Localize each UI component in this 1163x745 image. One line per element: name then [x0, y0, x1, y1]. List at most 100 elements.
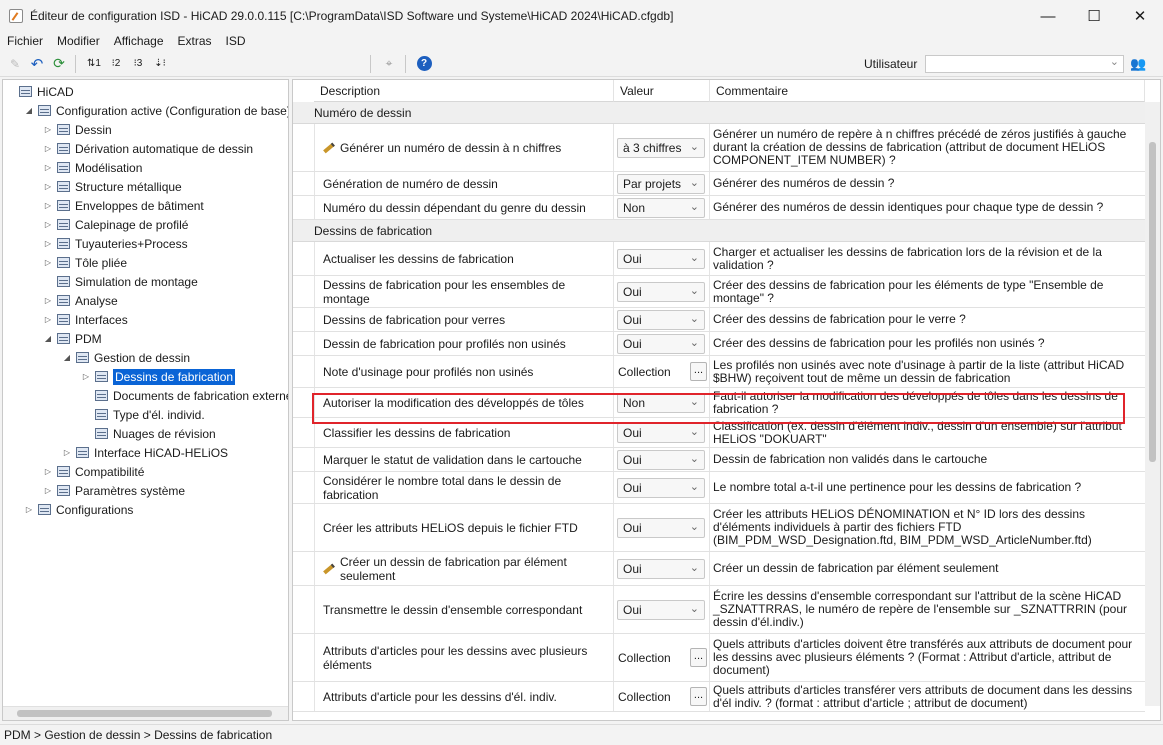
tree-node[interactable]: ▷ Compatibilité	[43, 462, 144, 481]
tree-scroll-thumb[interactable]	[17, 710, 272, 717]
tree-node[interactable]: ▷ Tôle pliée	[43, 253, 127, 272]
value-dropdown[interactable]: Non	[617, 392, 705, 413]
value-dropdown[interactable]: Oui	[617, 281, 705, 302]
value-dropdown[interactable]: Oui	[617, 248, 705, 269]
value-dropdown[interactable]: à 3 chiffres	[617, 137, 705, 158]
value-dropdown[interactable]: Oui	[617, 477, 705, 498]
expand-icon[interactable]: ⇣⁝	[150, 54, 170, 74]
expand-icon[interactable]: ▷	[43, 486, 53, 495]
ellipsis-button[interactable]: ...	[690, 362, 707, 381]
expand-icon[interactable]: ▷	[43, 315, 53, 324]
grid-vertical-scrollbar[interactable]	[1145, 102, 1160, 706]
value-dropdown[interactable]: Oui	[617, 309, 705, 330]
value-dropdown[interactable]: Par projets	[617, 173, 705, 194]
row-value[interactable]: Non	[614, 388, 710, 417]
grid-row[interactable]: Dessins de fabrication pour les ensemble…	[293, 276, 1145, 308]
sort-numeric-icon[interactable]: ⇅1	[84, 54, 104, 74]
tree-node[interactable]: Documents de fabrication externes	[81, 386, 288, 405]
grid-row[interactable]: Considérer le nombre total dans le dessi…	[293, 472, 1145, 504]
menu-isd[interactable]: ISD	[219, 34, 253, 48]
tree-node[interactable]: ▷ Dérivation automatique de dessin	[43, 139, 253, 158]
value-dropdown[interactable]: Oui	[617, 422, 705, 443]
grid-row[interactable]: Attributs d'article pour les dessins d'é…	[293, 682, 1145, 712]
row-value[interactable]: Collection...	[614, 634, 710, 681]
expand-icon[interactable]: ▷	[43, 239, 53, 248]
value-dropdown[interactable]: Oui	[617, 599, 705, 620]
expand-icon[interactable]: ▷	[43, 201, 53, 210]
tree-node[interactable]: ◢ Gestion de dessin	[62, 348, 190, 367]
expand-icon[interactable]: ▷	[62, 448, 72, 457]
tree-node[interactable]: ▷ Enveloppes de bâtiment	[43, 196, 204, 215]
minimize-button[interactable]: —	[1025, 0, 1071, 32]
row-value[interactable]: à 3 chiffres	[614, 124, 710, 171]
refresh-icon[interactable]: ⟳	[49, 54, 69, 74]
expand-icon[interactable]: ▷	[24, 505, 34, 514]
value-dropdown[interactable]: Oui	[617, 558, 705, 579]
row-value[interactable]: Oui	[614, 308, 710, 331]
menu-modifier[interactable]: Modifier	[50, 34, 107, 48]
tree-horizontal-scrollbar[interactable]	[3, 706, 288, 720]
tree-node[interactable]: ▷ Configurations	[24, 500, 133, 519]
value-dropdown[interactable]: Oui	[617, 517, 705, 538]
pencil-icon[interactable]: ✎	[5, 54, 25, 74]
row-value[interactable]: Oui	[614, 586, 710, 633]
menu-affichage[interactable]: Affichage	[107, 34, 171, 48]
binoculars-icon[interactable]: ⌖	[379, 54, 399, 74]
expand-icon[interactable]: ▷	[81, 372, 91, 381]
row-value[interactable]: Oui	[614, 448, 710, 471]
expand-icon[interactable]: ▷	[43, 182, 53, 191]
help-icon[interactable]: ?	[414, 54, 434, 74]
menu-extras[interactable]: Extras	[171, 34, 219, 48]
expand-icon[interactable]: ▷	[43, 125, 53, 134]
header-valeur[interactable]: Valeur	[614, 80, 710, 102]
grid-scroll-thumb[interactable]	[1149, 142, 1156, 462]
tree-node[interactable]: ▷ Analyse	[43, 291, 118, 310]
header-description[interactable]: Description	[314, 80, 614, 102]
grid-row[interactable]: Dessins de fabrication pour verres Oui Cré…	[293, 308, 1145, 332]
row-value[interactable]: Collection...	[614, 682, 710, 711]
collapse-icon[interactable]: ◢	[43, 334, 53, 343]
tree-node[interactable]: Nuages de révision	[81, 424, 216, 443]
grid-row[interactable]: Numéro du dessin dépendant du genre du d…	[293, 196, 1145, 220]
ellipsis-button[interactable]: ...	[690, 687, 707, 706]
tree-node[interactable]: ◢ Configuration active (Configuration de …	[24, 101, 288, 120]
grid-row[interactable]: Dessin de fabrication pour profilés non …	[293, 332, 1145, 356]
tree-node[interactable]: ▷ Interfaces	[43, 310, 128, 329]
user-combobox[interactable]	[925, 55, 1124, 73]
expand-icon[interactable]: ▷	[43, 258, 53, 267]
users-icon[interactable]: 👥	[1130, 56, 1146, 72]
row-value[interactable]: Oui	[614, 276, 710, 307]
menu-fichier[interactable]: Fichier	[0, 34, 50, 48]
grid-row[interactable]: Attributs d'articles pour les dessins av…	[293, 634, 1145, 682]
row-value[interactable]: Non	[614, 196, 710, 219]
collapse-icon[interactable]: ◢	[62, 353, 72, 362]
tree-node[interactable]: ▷ Calepinage de profilé	[43, 215, 189, 234]
row-value[interactable]: Oui	[614, 418, 710, 447]
tree-node[interactable]: ◢ PDM	[43, 329, 102, 348]
expand-icon[interactable]: ▷	[43, 296, 53, 305]
tree-node[interactable]: HiCAD	[5, 82, 74, 101]
grid-row[interactable]: Créer un dessin de fabrication par éléme…	[293, 552, 1145, 586]
tree-node[interactable]: Type d'él. individ.	[81, 405, 205, 424]
tree-node[interactable]: ▷ Interface HiCAD-HELiOS	[62, 443, 228, 462]
grid-row[interactable]: Autoriser la modification des développés…	[293, 388, 1145, 418]
header-commentaire[interactable]: Commentaire	[710, 80, 1145, 102]
row-value[interactable]: Oui	[614, 552, 710, 585]
undo-icon[interactable]: ↶	[27, 54, 47, 74]
tree-node[interactable]: ▷ Paramètres système	[43, 481, 185, 500]
row-value[interactable]: Oui	[614, 242, 710, 275]
ellipsis-button[interactable]: ...	[690, 648, 707, 667]
maximize-button[interactable]: ☐	[1071, 0, 1117, 32]
grid-row[interactable]: Note d'usinage pour profilés non usinés C…	[293, 356, 1145, 388]
tree-node[interactable]: ▷ Dessin	[43, 120, 112, 139]
tree-node[interactable]: ▷ Dessins de fabrication	[81, 367, 236, 386]
expand-icon[interactable]: ▷	[43, 220, 53, 229]
category-header[interactable]: Numéro de dessin	[293, 102, 1145, 124]
expand-icon[interactable]: ▷	[43, 163, 53, 172]
tree-node[interactable]: ▷ Structure métallique	[43, 177, 182, 196]
category-header[interactable]: Dessins de fabrication	[293, 220, 1145, 242]
grid-row[interactable]: Génération de numéro de dessin Par projet…	[293, 172, 1145, 196]
collapse-icon[interactable]: ◢	[24, 106, 34, 115]
row-value[interactable]: Oui	[614, 332, 710, 355]
close-button[interactable]: ✕	[1117, 0, 1163, 32]
